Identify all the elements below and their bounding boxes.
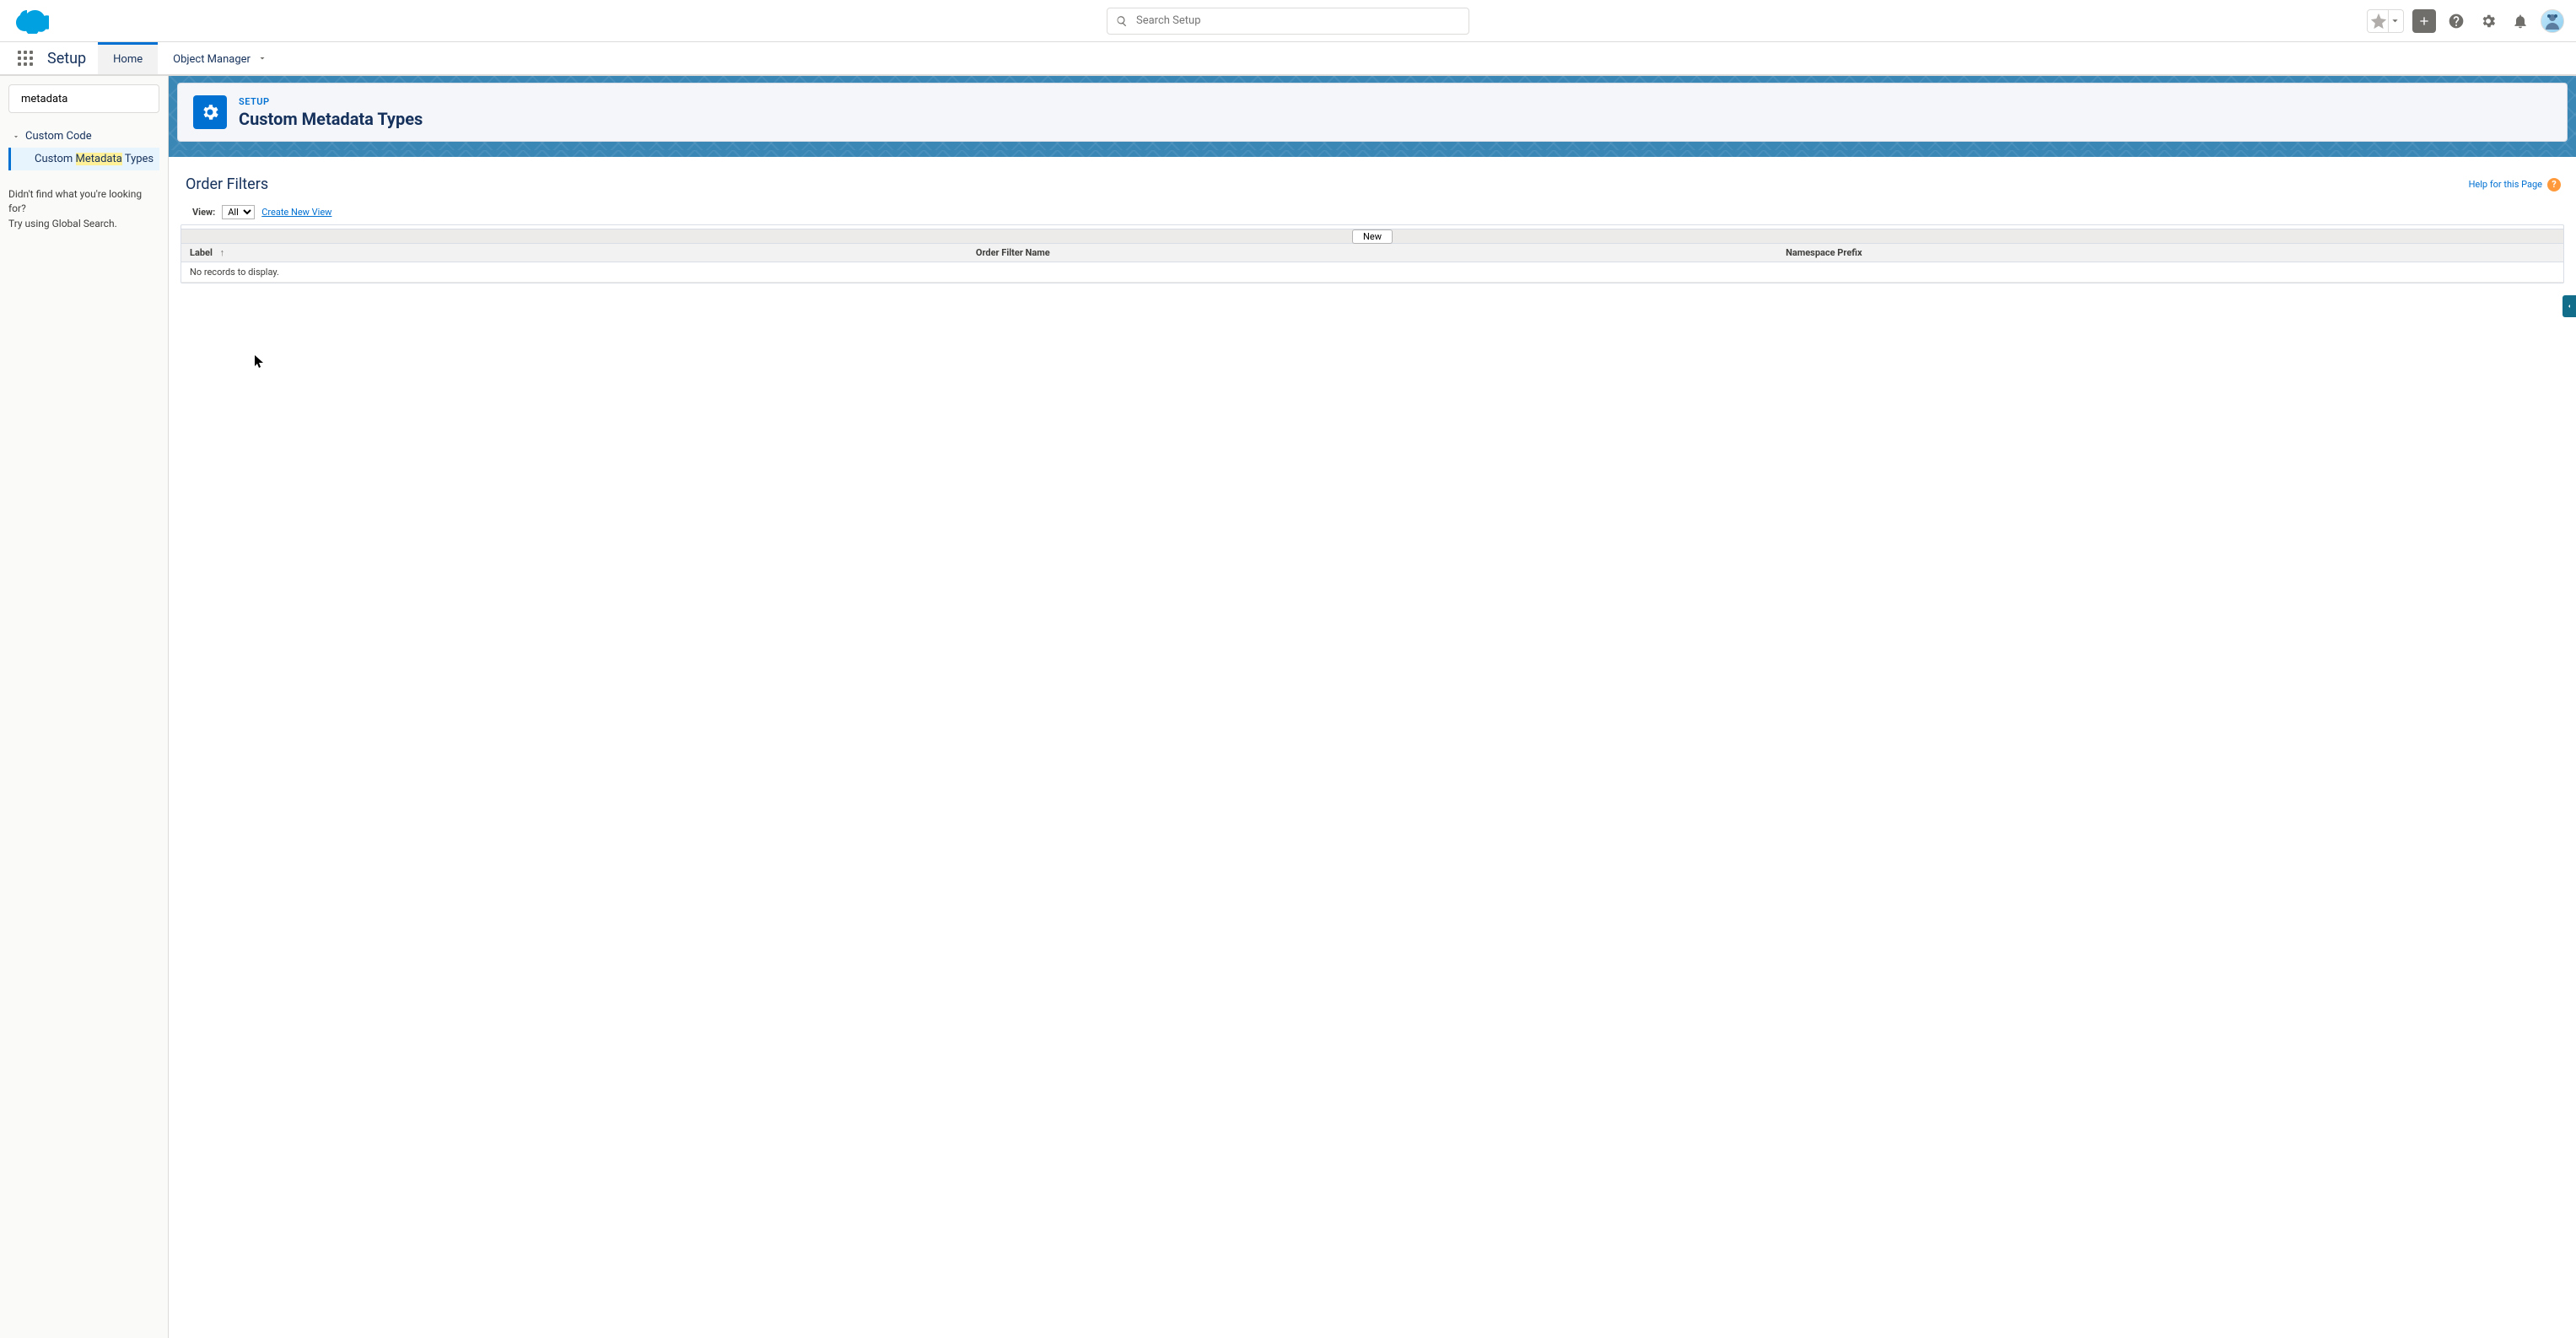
- tree-node-custom-code[interactable]: Custom Code: [8, 125, 159, 148]
- create-new-view-link[interactable]: Create New View: [261, 207, 331, 218]
- tree-item-custom-metadata-types[interactable]: Custom Metadata Types: [8, 148, 159, 170]
- context-bar: Setup Home Object Manager: [0, 42, 2576, 76]
- page-header-icon: [193, 95, 227, 129]
- page-eyebrow: SETUP: [239, 96, 423, 107]
- quick-find-input[interactable]: [21, 93, 161, 105]
- salesforce-logo[interactable]: [12, 8, 49, 34]
- chevron-down-icon: [257, 53, 267, 67]
- view-select[interactable]: All: [222, 205, 255, 219]
- tree-node-label: Custom Code: [25, 130, 92, 143]
- global-search-input[interactable]: [1136, 14, 1460, 27]
- setup-gear-button[interactable]: [2476, 9, 2500, 33]
- global-header: [0, 0, 2576, 42]
- caret-down-icon: [2389, 14, 2401, 27]
- listview-title: Order Filters: [184, 175, 268, 193]
- gear-icon: [2480, 13, 2497, 30]
- content: Order Filters Help for this Page ? View:…: [169, 157, 2576, 1338]
- band-top: SETUP Custom Metadata Types: [169, 76, 2576, 150]
- tab-object-manager[interactable]: Object Manager: [158, 42, 283, 74]
- global-actions: [2367, 9, 2564, 33]
- gear-icon: [200, 102, 220, 122]
- avatar-icon: [2542, 11, 2563, 31]
- page-header: SETUP Custom Metadata Types: [177, 83, 2568, 142]
- help-link-label: Help for this Page: [2469, 179, 2542, 190]
- tab-home-label: Home: [113, 53, 143, 66]
- view-label: View:: [192, 207, 215, 218]
- waffle-icon: [18, 51, 33, 66]
- empty-message: No records to display.: [181, 262, 2563, 283]
- notifications-button[interactable]: [2509, 9, 2532, 33]
- tab-object-manager-label: Object Manager: [173, 53, 251, 66]
- tab-home[interactable]: Home: [98, 42, 158, 74]
- right-panel-handle[interactable]: [2563, 295, 2576, 317]
- bell-icon: [2512, 13, 2529, 30]
- workspace: SETUP Custom Metadata Types Order Filter…: [169, 76, 2576, 1338]
- view-row: View: All Create New View: [181, 202, 2564, 224]
- global-search[interactable]: [1107, 8, 1469, 35]
- chevron-down-icon: [12, 132, 20, 141]
- col-label[interactable]: Label ↑: [181, 244, 967, 262]
- plus-icon: [2417, 14, 2431, 28]
- favorites-button[interactable]: [2367, 9, 2404, 33]
- global-add-button[interactable]: [2412, 9, 2436, 33]
- app-launcher-button[interactable]: [10, 42, 40, 74]
- help-badge-icon: ?: [2547, 178, 2561, 192]
- app-name: Setup: [40, 42, 98, 74]
- empty-row: No records to display.: [181, 262, 2563, 283]
- sidebar-footer: Didn't find what you're looking for? Try…: [8, 187, 159, 231]
- col-namespace-prefix[interactable]: Namespace Prefix: [1777, 244, 2563, 262]
- quick-find[interactable]: [8, 84, 159, 113]
- highlight: Metadata: [76, 153, 122, 165]
- help-for-page-link[interactable]: Help for this Page ?: [2469, 178, 2561, 192]
- help-button[interactable]: [2444, 9, 2468, 33]
- star-icon: [2369, 12, 2388, 30]
- sort-asc-icon: ↑: [220, 247, 225, 258]
- new-button[interactable]: New: [1352, 229, 1393, 244]
- user-avatar[interactable]: [2541, 9, 2564, 33]
- col-order-filter-name[interactable]: Order Filter Name: [967, 244, 1777, 262]
- listview-toolbar: New: [181, 229, 2563, 244]
- records-table: Label ↑ Order Filter Name Namespace Pref…: [181, 244, 2563, 283]
- caret-left-icon: [2566, 303, 2573, 310]
- band-bottom: [169, 150, 2576, 157]
- search-icon: [1116, 15, 1128, 27]
- setup-sidebar: Custom Code Custom Metadata Types Didn't…: [0, 76, 169, 1338]
- question-icon: [2448, 13, 2465, 30]
- page-title: Custom Metadata Types: [239, 109, 423, 129]
- setup-tree: Custom Code Custom Metadata Types: [8, 125, 159, 170]
